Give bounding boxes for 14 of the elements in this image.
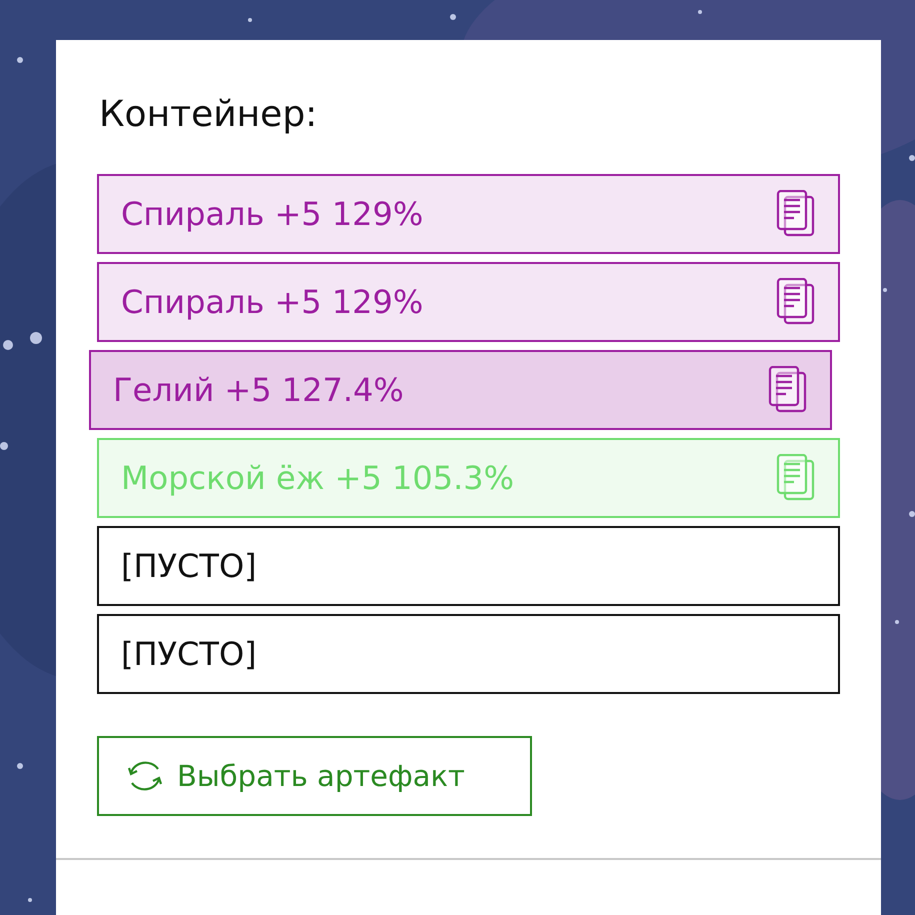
artifact-slot[interactable]: Спираль +5 129% <box>97 174 840 254</box>
select-artifact-button[interactable]: Выбрать артефакт <box>97 736 532 816</box>
empty-slot[interactable]: [ПУСТО] <box>97 614 840 694</box>
documents-icon[interactable] <box>776 278 816 326</box>
artifact-slot[interactable]: Спираль +5 129% <box>97 262 840 342</box>
documents-icon[interactable] <box>776 190 816 238</box>
artifact-label: Спираль +5 129% <box>121 283 424 321</box>
artifact-label: Гелий +5 127.4% <box>113 371 404 409</box>
container-title: Контейнер: <box>99 93 318 137</box>
empty-slot[interactable]: [ПУСТО] <box>97 526 840 606</box>
artifact-label: Морской ёж +5 105.3% <box>121 459 514 497</box>
artifact-slot[interactable]: Гелий +5 127.4% <box>89 350 832 430</box>
artifact-label: Спираль +5 129% <box>121 195 424 233</box>
documents-icon[interactable] <box>768 366 808 414</box>
